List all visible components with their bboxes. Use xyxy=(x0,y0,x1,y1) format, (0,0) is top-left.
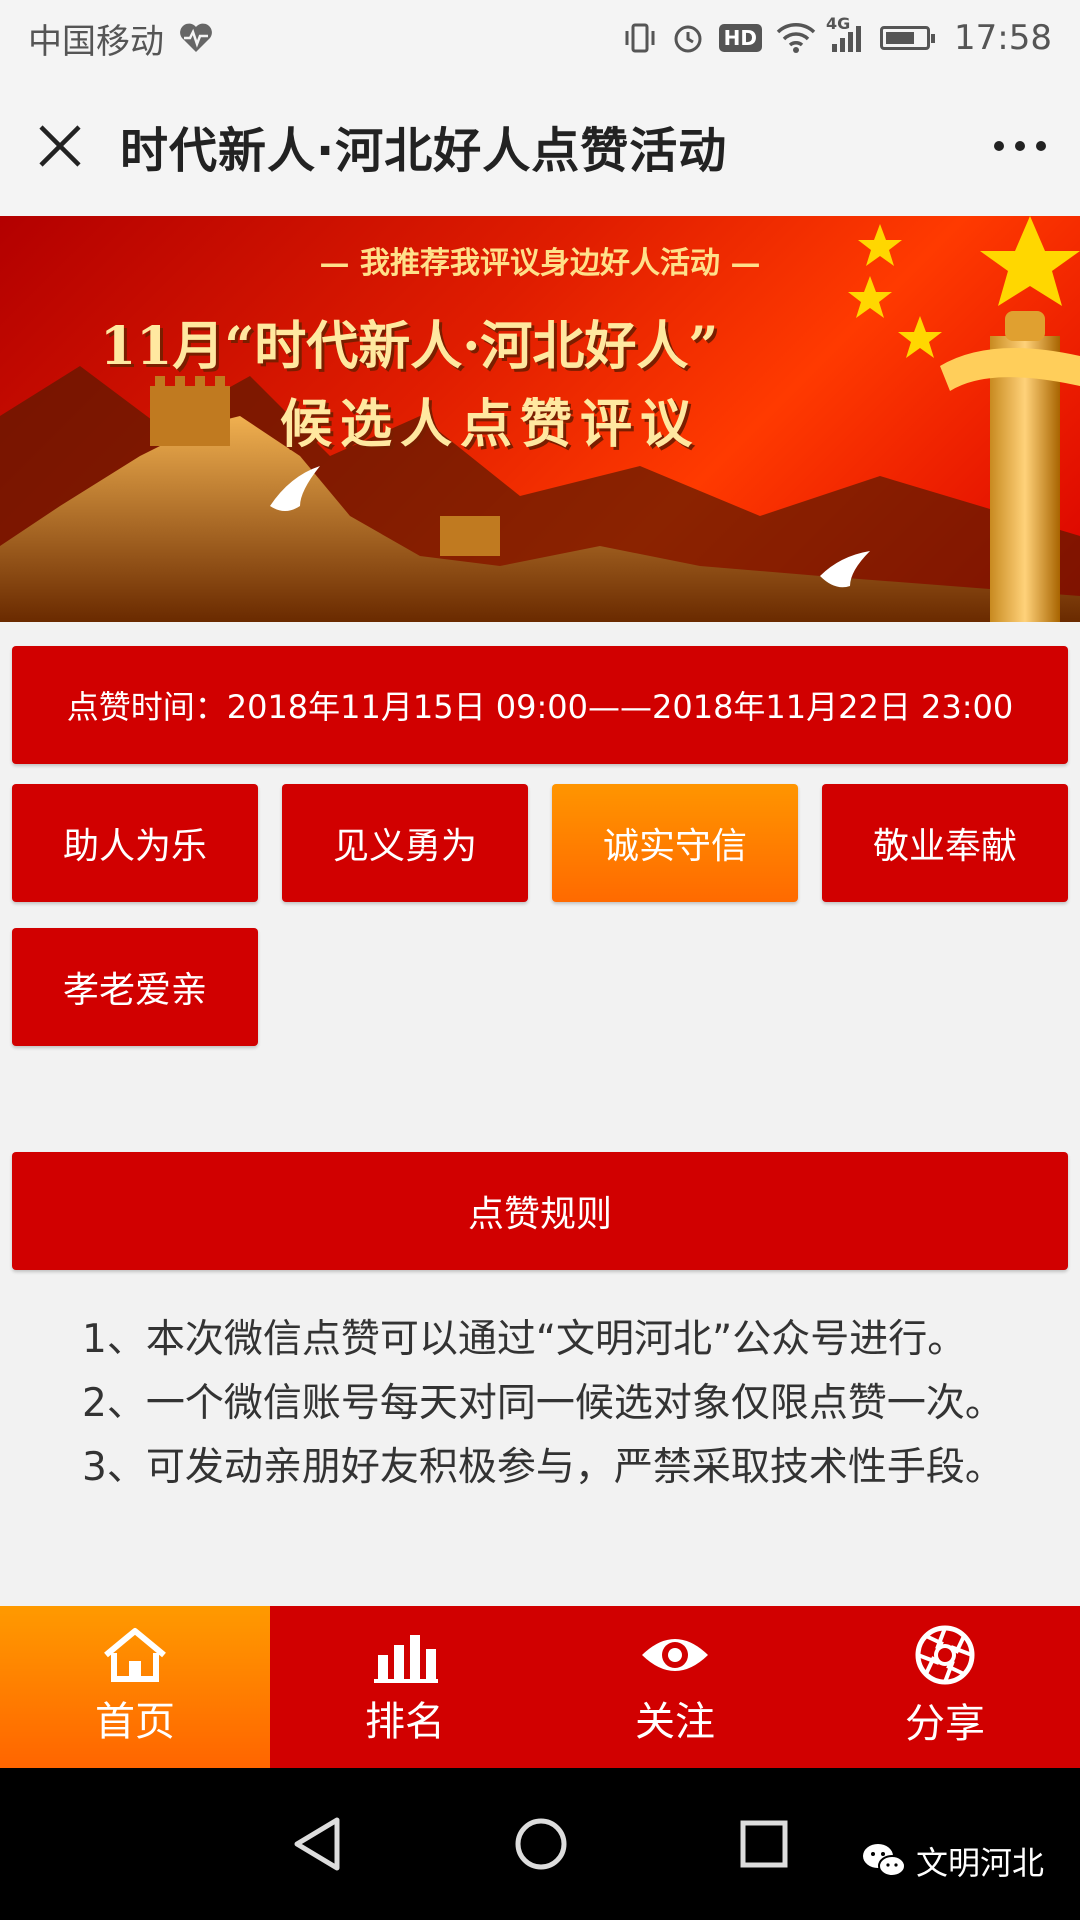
eye-icon xyxy=(642,1639,708,1671)
bottom-tab-bar: 首页 排名 关注 分享 xyxy=(0,1606,1080,1768)
category-button-filial-piety[interactable]: 孝老爱亲 xyxy=(12,928,258,1046)
heart-pulse-icon xyxy=(178,22,214,54)
tab-share-label: 分享 xyxy=(905,1701,985,1747)
system-nav-bar: 文明河北 xyxy=(0,1768,1080,1920)
shutter-icon xyxy=(915,1625,975,1685)
carrier-name: 中国移动 xyxy=(28,21,164,62)
banner-image: — 我推荐我评议身边好人活动 — 11月“时代新人·河北好人” 候选人点赞评议 xyxy=(0,216,1080,622)
vote-time-bar: 点赞时间：2018年11月15日 09:00——2018年11月22日 23:0… xyxy=(12,646,1068,764)
category-button-honesty[interactable]: 诚实守信 xyxy=(552,784,798,902)
recents-square-icon xyxy=(740,1820,788,1868)
rules-header[interactable]: 点赞规则 xyxy=(12,1152,1068,1270)
home-system-button[interactable] xyxy=(513,1816,569,1872)
tab-follow[interactable]: 关注 xyxy=(540,1606,810,1768)
tab-share[interactable]: 分享 xyxy=(810,1606,1080,1768)
banner-title: 11月“时代新人·河北好人” xyxy=(100,316,719,377)
status-bar: 中国移动 HD 4G 17:58 xyxy=(0,0,1080,76)
close-icon xyxy=(39,125,81,167)
nav-bar: 时代新人·河北好人点赞活动 xyxy=(0,76,1080,216)
tab-ranking-label: 排名 xyxy=(365,1699,445,1745)
network-type: 4G xyxy=(826,14,851,33)
home-circle-icon xyxy=(515,1818,567,1870)
bar-chart-icon xyxy=(374,1635,438,1683)
recents-button[interactable] xyxy=(739,1819,789,1869)
category-button-bravery[interactable]: 见义勇为 xyxy=(282,784,528,902)
back-button[interactable] xyxy=(291,1816,343,1872)
wechat-icon xyxy=(862,1844,906,1877)
category-button-help-others[interactable]: 助人为乐 xyxy=(12,784,258,902)
page-title: 时代新人·河北好人点赞活动 xyxy=(120,123,728,179)
tab-ranking[interactable]: 排名 xyxy=(270,1606,540,1768)
more-button[interactable] xyxy=(960,76,1080,216)
watermark-text: 文明河北 xyxy=(915,1844,1044,1882)
watermark: 文明河北 xyxy=(862,1838,1044,1884)
banner-subtitle: — 我推荐我评议身边好人活动 — xyxy=(319,246,761,281)
tab-home-label: 首页 xyxy=(95,1699,175,1745)
back-triangle-icon xyxy=(294,1817,340,1871)
vibrate-icon xyxy=(623,21,657,55)
rule-item: 1、本次微信点赞可以通过“文明河北”公众号进行。 xyxy=(82,1317,967,1362)
banner-title-line2: 候选人点赞评议 xyxy=(280,394,701,455)
home-icon xyxy=(104,1628,166,1682)
rules-list: 1、本次微信点赞可以通过“文明河北”公众号进行。 2、一个微信账号每天对同一候选… xyxy=(82,1308,1022,1606)
rule-item: 2、一个微信账号每天对同一候选对象仅限点赞一次。 xyxy=(82,1381,1004,1426)
tab-follow-label: 关注 xyxy=(635,1699,715,1745)
rule-item: 3、可发动亲朋好友积极参与，严禁采取技术性手段。 xyxy=(82,1445,1004,1490)
signal-icon: 4G xyxy=(826,14,866,54)
tab-home[interactable]: 首页 xyxy=(0,1606,270,1768)
alarm-icon xyxy=(671,21,705,55)
close-button[interactable] xyxy=(0,76,120,216)
wifi-icon xyxy=(776,22,816,54)
more-dots-icon xyxy=(994,141,1046,151)
clock-time: 17:58 xyxy=(954,18,1052,58)
category-button-dedication[interactable]: 敬业奉献 xyxy=(822,784,1068,902)
hd-badge: HD xyxy=(718,24,763,52)
battery-icon xyxy=(880,26,936,50)
